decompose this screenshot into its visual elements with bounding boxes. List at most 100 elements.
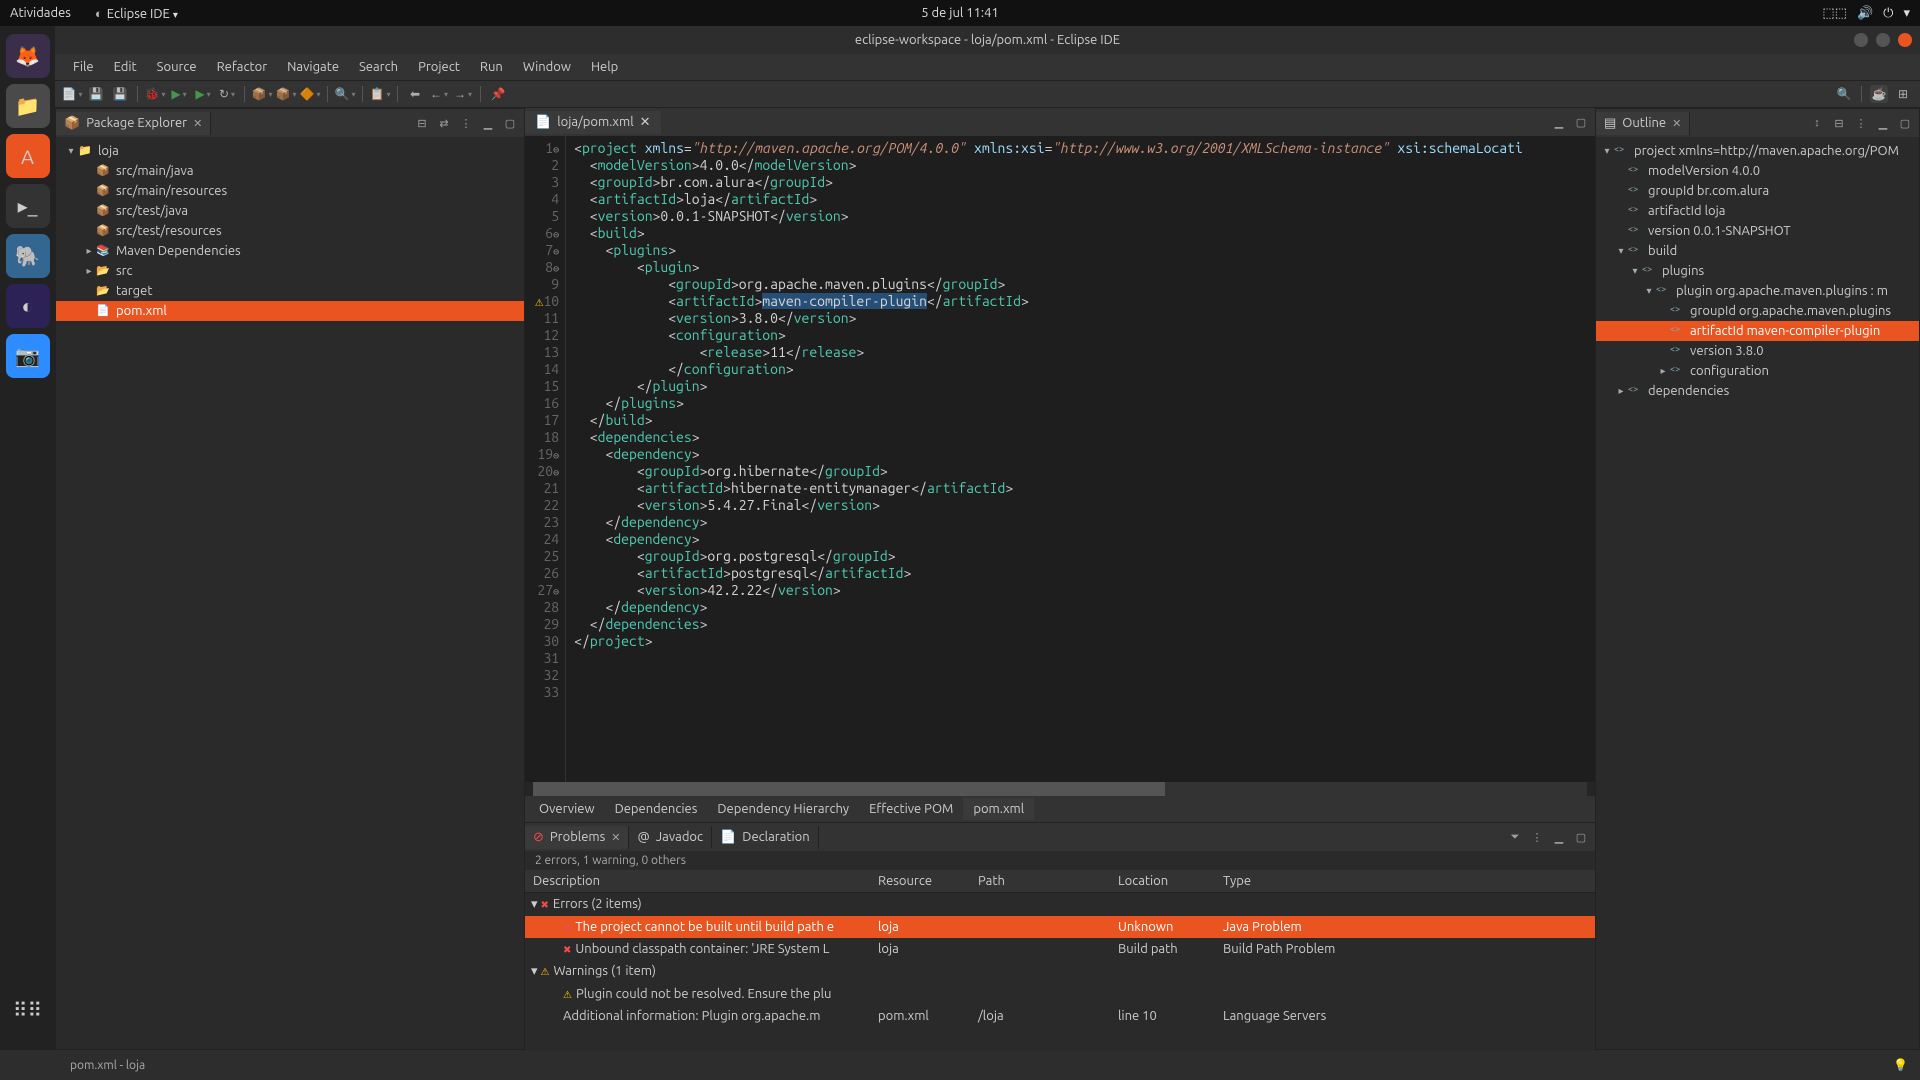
package-explorer-tree[interactable]: ▾📁loja📦src/main/java📦src/main/resources📦… [56, 137, 524, 1049]
menu-run[interactable]: Run [472, 57, 511, 77]
tree-item[interactable]: ▸📂src [56, 261, 524, 281]
outline-item[interactable]: ▾<>plugins [1596, 261, 1919, 281]
sort-icon[interactable]: ↕ [1809, 115, 1825, 131]
outline-item[interactable]: <>version 0.0.1-SNAPSHOT [1596, 221, 1919, 241]
close-button[interactable] [1898, 33, 1912, 47]
editor-subtab[interactable]: Dependencies [605, 798, 708, 820]
forward-history-button[interactable]: → [454, 85, 472, 103]
maximize-view-icon[interactable]: ▢ [1573, 829, 1589, 845]
new-button[interactable]: 📄 [63, 85, 81, 103]
problems-tab[interactable]: ⊘ Problems ✕ [525, 826, 629, 849]
tree-item[interactable]: 📄pom.xml [56, 301, 524, 321]
perspective-java-button[interactable]: ☕ [1870, 85, 1888, 103]
minimize-button[interactable] [1854, 33, 1868, 47]
maximize-view-icon[interactable]: ▢ [502, 115, 518, 131]
outline-item[interactable]: <>version 3.8.0 [1596, 341, 1919, 361]
collapse-all-icon[interactable]: ⊟ [1831, 115, 1847, 131]
outline-item[interactable]: <>artifactId loja [1596, 201, 1919, 221]
minimize-editor-icon[interactable]: ▁ [1551, 114, 1567, 130]
tip-icon[interactable]: 💡 [1893, 1058, 1908, 1072]
dock-app-software[interactable]: A [6, 134, 50, 178]
maximize-button[interactable] [1876, 33, 1890, 47]
save-all-button[interactable]: 💾 [111, 85, 129, 103]
outline-item[interactable]: ▾<>project xmlns=http://maven.apache.org… [1596, 141, 1919, 161]
search-button[interactable]: 🔍 [336, 85, 354, 103]
link-editor-icon[interactable]: ⇄ [436, 115, 452, 131]
editor-subtab[interactable]: Overview [529, 798, 605, 820]
clock[interactable]: 5 de jul 11:41 [921, 6, 999, 20]
tree-item[interactable]: 📦src/main/resources [56, 181, 524, 201]
maximize-view-icon[interactable]: ▢ [1897, 115, 1913, 131]
outline-tab[interactable]: ▤ Outline ✕ [1596, 112, 1690, 135]
run-last-button[interactable]: ↻ [218, 85, 236, 103]
tree-item[interactable]: 📂target [56, 281, 524, 301]
dock-app-firefox[interactable]: 🦊 [6, 34, 50, 78]
minimize-view-icon[interactable]: ▁ [480, 115, 496, 131]
package-explorer-tab[interactable]: 📦 Package Explorer ✕ [56, 112, 211, 135]
problems-group[interactable]: ▾ Errors (2 items) [525, 893, 1595, 916]
close-icon[interactable]: ✕ [1672, 117, 1681, 130]
outline-item[interactable]: ▸<>dependencies [1596, 381, 1919, 401]
dock-app-zoom[interactable]: 📷 [6, 334, 50, 378]
dock-app-terminal[interactable]: ▸_ [6, 184, 50, 228]
dock-show-apps[interactable]: ⠿⠿ [6, 988, 50, 1032]
quick-access-button[interactable]: 🔍 [1835, 85, 1853, 103]
sound-icon[interactable]: 🔊 [1857, 6, 1873, 21]
minimize-view-icon[interactable]: ▁ [1875, 115, 1891, 131]
collapse-all-icon[interactable]: ⊟ [414, 115, 430, 131]
open-type-button[interactable]: 🔶 [301, 85, 319, 103]
outline-item[interactable]: ▾<>build [1596, 241, 1919, 261]
editor-tab[interactable]: 📄 loja/pom.xml ✕ [525, 111, 661, 134]
outline-item[interactable]: <>artifactId maven-compiler-plugin [1596, 321, 1919, 341]
outline-item[interactable]: ▾<>plugin org.apache.maven.plugins : m [1596, 281, 1919, 301]
back-history-button[interactable]: ← [430, 85, 448, 103]
nav-back-button[interactable]: ⬅ [406, 85, 424, 103]
problems-item[interactable]: Additional information: Plugin org.apach… [525, 1005, 1595, 1027]
outline-item[interactable]: ▸<>configuration [1596, 361, 1919, 381]
debug-button[interactable]: 🐞 [146, 85, 164, 103]
editor-subtab[interactable]: Dependency Hierarchy [707, 798, 859, 820]
outline-item[interactable]: <>groupId org.apache.maven.plugins [1596, 301, 1919, 321]
view-menu-icon[interactable]: ⋮ [458, 115, 474, 131]
minimize-view-icon[interactable]: ▁ [1551, 829, 1567, 845]
problems-item[interactable]: Plugin could not be resolved. Ensure the… [525, 983, 1595, 1005]
system-menu-chevron-icon[interactable]: ▾ [1903, 6, 1910, 21]
menu-edit[interactable]: Edit [106, 57, 145, 77]
javadoc-tab[interactable]: @ Javadoc [629, 826, 712, 848]
dock-app-postgres[interactable]: 🐘 [6, 234, 50, 278]
menu-search[interactable]: Search [351, 57, 406, 77]
editor-subtab[interactable]: pom.xml [963, 798, 1034, 820]
editor-horizontal-scrollbar[interactable] [533, 782, 1587, 796]
tree-item[interactable]: ▸📚Maven Dependencies [56, 241, 524, 261]
network-icon[interactable]: ⬚⬚ [1822, 6, 1847, 21]
menu-refactor[interactable]: Refactor [209, 57, 276, 77]
tree-item[interactable]: 📦src/test/java [56, 201, 524, 221]
menu-file[interactable]: File [65, 57, 102, 77]
tree-item[interactable]: 📦src/main/java [56, 161, 524, 181]
activities-button[interactable]: Atividades [10, 6, 71, 20]
outline-item[interactable]: <>modelVersion 4.0.0 [1596, 161, 1919, 181]
menu-navigate[interactable]: Navigate [279, 57, 347, 77]
outline-item[interactable]: <>groupId br.com.alura [1596, 181, 1919, 201]
problems-group[interactable]: ▾ Warnings (1 item) [525, 960, 1595, 983]
close-icon[interactable]: ✕ [193, 117, 202, 130]
close-icon[interactable]: ✕ [611, 831, 620, 844]
open-perspective-button[interactable]: ⊞ [1894, 85, 1912, 103]
view-menu-icon[interactable]: ⋮ [1529, 829, 1545, 845]
declaration-tab[interactable]: 📄 Declaration [712, 826, 819, 849]
dock-app-eclipse[interactable]: ◐ [6, 284, 50, 328]
run-button[interactable]: ▶ [170, 85, 188, 103]
menu-window[interactable]: Window [515, 57, 579, 77]
tree-item[interactable]: 📦src/test/resources [56, 221, 524, 241]
maximize-editor-icon[interactable]: ▢ [1573, 114, 1589, 130]
save-button[interactable]: 💾 [87, 85, 105, 103]
menu-source[interactable]: Source [149, 57, 205, 77]
toggle-breadcrumb-button[interactable]: 📋 [371, 85, 389, 103]
problems-item[interactable]: Unbound classpath container: 'JRE System… [525, 938, 1595, 960]
editor-subtab[interactable]: Effective POM [859, 798, 963, 820]
editor-body[interactable]: 1⊖23456⊖7⊖8⊖9⚠10111213141516171819⊖20⊖21… [525, 136, 1595, 782]
problems-item[interactable]: The project cannot be built until build … [525, 916, 1595, 938]
filter-icon[interactable]: ⏷ [1507, 829, 1523, 845]
view-menu-icon[interactable]: ⋮ [1853, 115, 1869, 131]
outline-tree[interactable]: ▾<>project xmlns=http://maven.apache.org… [1596, 137, 1919, 1049]
